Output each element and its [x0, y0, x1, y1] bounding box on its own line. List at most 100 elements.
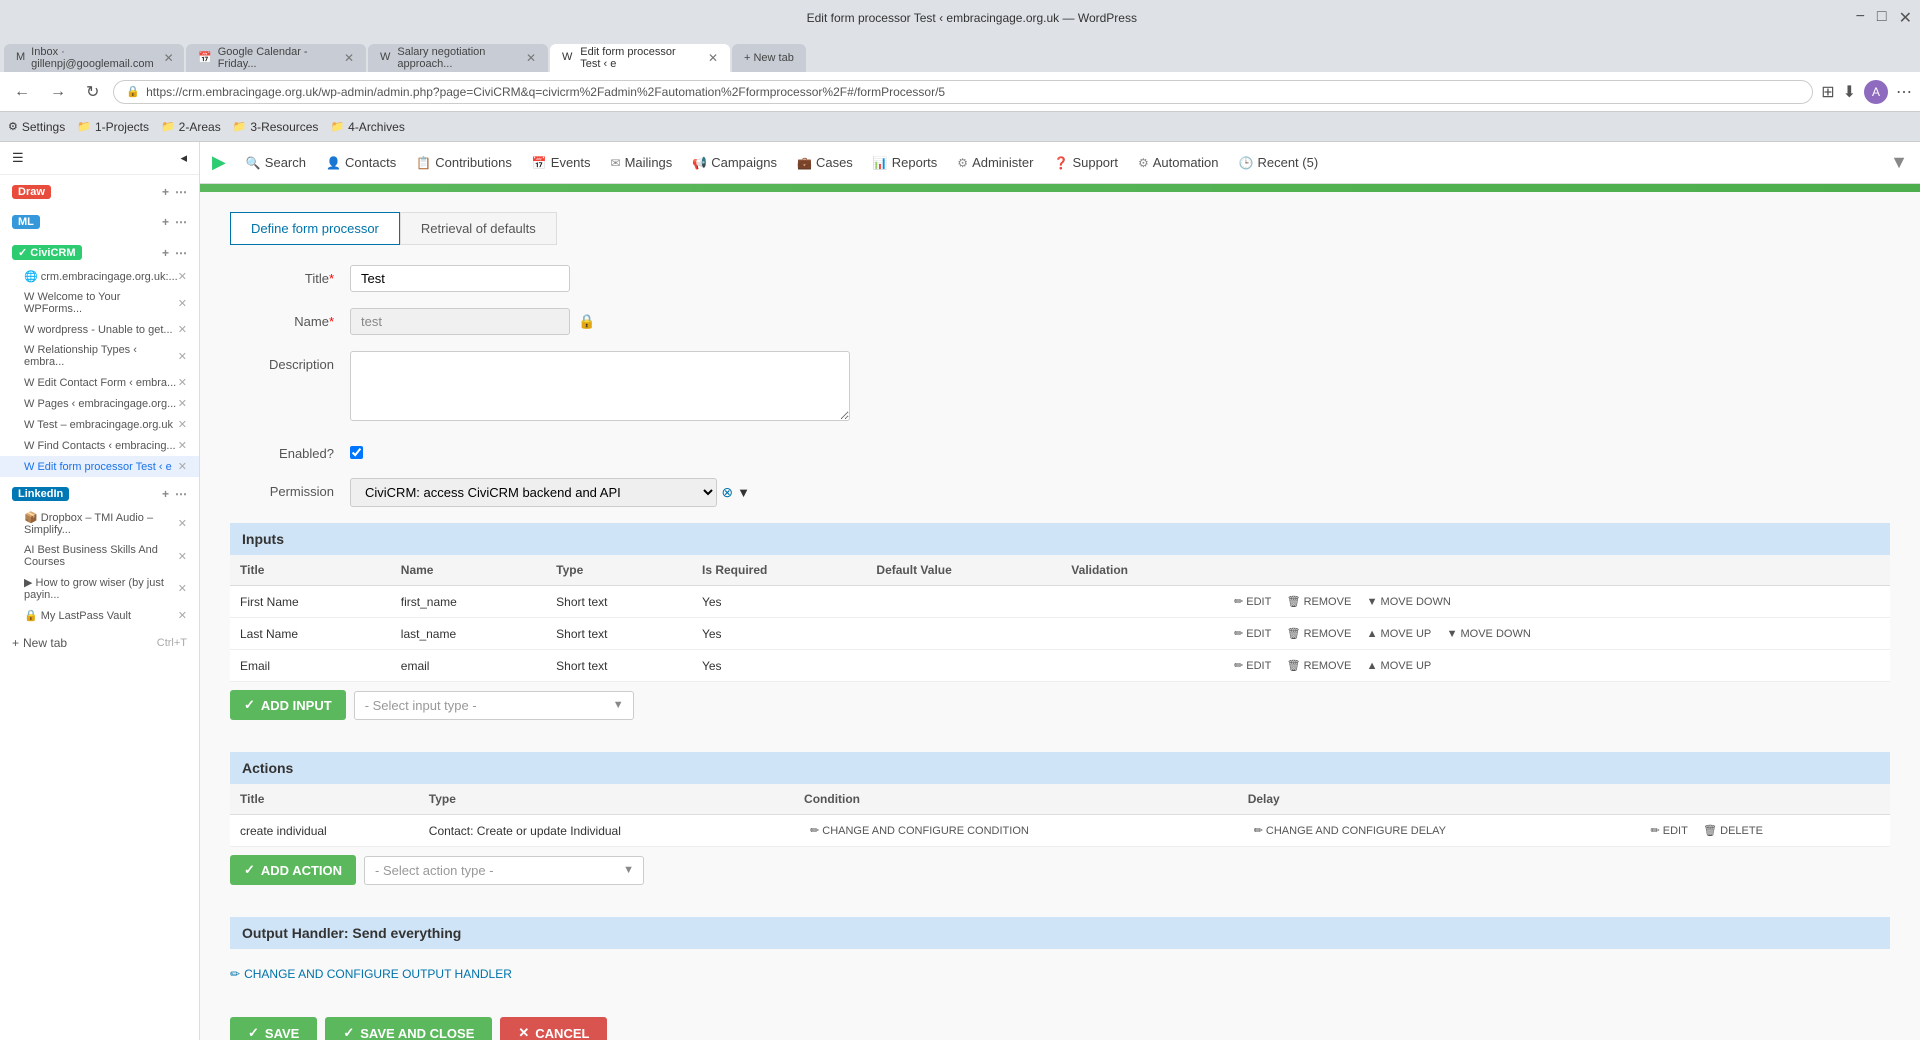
row1-movedown-btn[interactable]: ▼ MOVE DOWN: [1361, 594, 1457, 610]
sidebar-item-lastpass[interactable]: 🔒 My LastPass Vault ✕: [0, 605, 199, 626]
sidebar-group-civicrm-label[interactable]: ✓ CiviCRM + ⋯: [0, 239, 199, 266]
sidebar-item-findcontacts-close[interactable]: ✕: [178, 439, 187, 452]
download-btn[interactable]: ⬇: [1843, 82, 1856, 102]
change-output-handler-btn[interactable]: ✏ CHANGE AND CONFIGURE OUTPUT HANDLER: [230, 963, 512, 985]
row3-moveup-btn[interactable]: ▲ MOVE UP: [1361, 658, 1438, 674]
forward-button[interactable]: →: [44, 81, 72, 103]
nav-more-button[interactable]: ▼: [1890, 152, 1908, 173]
sidebar-item-dropbox-close[interactable]: ✕: [178, 517, 187, 530]
sidebar-item-pages[interactable]: W Pages ‹ embracingage.org... ✕: [0, 393, 199, 414]
nav-campaigns[interactable]: 📢 Campaigns: [684, 151, 785, 174]
sidebar-item-crm-close[interactable]: ✕: [178, 270, 187, 283]
bookmark-resources[interactable]: 📁 3-Resources: [233, 120, 319, 134]
sidebar-group-linkedin-label[interactable]: LinkedIn + ⋯: [0, 481, 199, 507]
bookmark-projects[interactable]: 📁 1-Projects: [77, 120, 149, 134]
nav-recent[interactable]: 🕒 Recent (5): [1231, 151, 1327, 174]
name-input[interactable]: [350, 308, 570, 335]
ml-add-icon[interactable]: +: [162, 215, 169, 229]
sidebar-item-findcontacts[interactable]: W Find Contacts ‹ embracing... ✕: [0, 435, 199, 456]
draw-add-icon[interactable]: +: [162, 185, 169, 199]
bookmark-areas[interactable]: 📁 2-Areas: [161, 120, 221, 134]
tab-close-inbox[interactable]: ✕: [164, 51, 174, 65]
nav-administer[interactable]: ⚙ Administer: [949, 151, 1041, 174]
close-btn[interactable]: ✕: [1899, 8, 1912, 28]
menu-btn[interactable]: ⋯: [1896, 82, 1912, 102]
sidebar-item-editform[interactable]: W Edit form processor Test ‹ e ✕: [0, 456, 199, 477]
nav-mailings[interactable]: ✉ Mailings: [603, 151, 681, 174]
row2-edit-btn[interactable]: ✏ EDIT: [1228, 625, 1277, 642]
sidebar-collapse-icon[interactable]: ◂: [180, 150, 187, 166]
maximize-btn[interactable]: □: [1877, 8, 1887, 28]
linkedin-add-icon[interactable]: +: [162, 487, 169, 501]
tab-calendar[interactable]: 📅 Google Calendar - Friday... ✕: [186, 44, 366, 72]
nav-contributions[interactable]: 📋 Contributions: [408, 151, 520, 174]
nav-automation[interactable]: ⚙ Automation: [1130, 151, 1227, 174]
nav-reports[interactable]: 📊 Reports: [865, 151, 945, 174]
civicrm-more-icon[interactable]: ⋯: [175, 246, 187, 260]
description-textarea[interactable]: [350, 351, 850, 421]
tab-define-form-processor[interactable]: Define form processor: [230, 212, 400, 245]
row3-remove-btn[interactable]: 🗑 REMOVE: [1281, 657, 1358, 674]
add-action-button[interactable]: ✓ ADD ACTION: [230, 855, 356, 885]
back-button[interactable]: ←: [8, 81, 36, 103]
sidebar-menu-icon[interactable]: ☰: [12, 150, 24, 166]
permission-dropdown-icon[interactable]: ▼: [737, 485, 750, 500]
sidebar-item-lastpass-close[interactable]: ✕: [178, 609, 187, 622]
input-type-select[interactable]: - Select input type -: [354, 691, 634, 720]
permission-clear-icon[interactable]: ⊗: [721, 484, 733, 501]
sidebar-item-wpforms[interactable]: W Welcome to Your WPForms... ✕: [0, 287, 199, 319]
add-input-button[interactable]: ✓ ADD INPUT: [230, 690, 346, 720]
draw-more-icon[interactable]: ⋯: [175, 185, 187, 199]
tab-close-calendar[interactable]: ✕: [344, 51, 354, 65]
nav-cases[interactable]: 💼 Cases: [789, 151, 861, 174]
profile-btn[interactable]: A: [1864, 80, 1888, 104]
row3-edit-btn[interactable]: ✏ EDIT: [1228, 657, 1277, 674]
sidebar-item-wordpress[interactable]: W wordpress - Unable to get... ✕: [0, 319, 199, 340]
tab-retrieval-defaults[interactable]: Retrieval of defaults: [400, 212, 557, 245]
row2-moveup-btn[interactable]: ▲ MOVE UP: [1361, 626, 1438, 642]
sidebar-item-wordpress-close[interactable]: ✕: [178, 323, 187, 336]
change-condition-btn[interactable]: ✏ CHANGE AND CONFIGURE CONDITION: [804, 822, 1035, 839]
row2-remove-btn[interactable]: 🗑 REMOVE: [1281, 625, 1358, 642]
title-input[interactable]: [350, 265, 570, 292]
enabled-checkbox[interactable]: [350, 446, 363, 459]
tab-inbox[interactable]: M Inbox · gillenpj@googlemail.com ✕: [4, 44, 184, 72]
sidebar-item-editcontact-close[interactable]: ✕: [178, 376, 187, 389]
nav-support[interactable]: ❓ Support: [1045, 151, 1126, 174]
sidebar-item-editcontact[interactable]: W Edit Contact Form ‹ embra... ✕: [0, 372, 199, 393]
address-box[interactable]: 🔒 https://crm.embracingage.org.uk/wp-adm…: [113, 80, 1813, 104]
change-delay-btn[interactable]: ✏ CHANGE AND CONFIGURE DELAY: [1248, 822, 1452, 839]
tab-close-editform[interactable]: ✕: [708, 51, 718, 65]
tab-newtab[interactable]: + New tab: [732, 44, 806, 72]
new-tab-button[interactable]: + New tab Ctrl+T: [0, 630, 199, 656]
action-type-select[interactable]: - Select action type -: [364, 856, 644, 885]
sidebar-item-grow-close[interactable]: ✕: [178, 582, 187, 595]
bookmark-archives[interactable]: 📁 4-Archives: [330, 120, 404, 134]
sidebar-group-ml-label[interactable]: ML + ⋯: [0, 209, 199, 235]
action-row1-delete-btn[interactable]: 🗑 DELETE: [1697, 822, 1769, 839]
ml-more-icon[interactable]: ⋯: [175, 215, 187, 229]
civicrm-add-icon[interactable]: +: [162, 246, 169, 260]
sidebar-item-crm[interactable]: 🌐 crm.embracingage.org.uk:... ✕: [0, 266, 199, 287]
tab-editform[interactable]: W Edit form processor Test ‹ e ✕: [550, 44, 730, 72]
sidebar-item-grow[interactable]: ▶ How to grow wiser (by just payin... ✕: [0, 572, 199, 605]
sidebar-item-reltypes[interactable]: W Relationship Types ‹ embra... ✕: [0, 340, 199, 372]
sidebar-item-reltypes-close[interactable]: ✕: [178, 350, 187, 363]
row2-movedown-btn[interactable]: ▼ MOVE DOWN: [1441, 626, 1537, 642]
nav-contacts[interactable]: 👤 Contacts: [318, 151, 404, 174]
sidebar-group-draw-label[interactable]: Draw + ⋯: [0, 179, 199, 205]
minimize-btn[interactable]: −: [1856, 8, 1865, 28]
action-row1-edit-btn[interactable]: ✏ EDIT: [1645, 822, 1694, 839]
sidebar-item-skills-close[interactable]: ✕: [178, 550, 187, 563]
row1-edit-btn[interactable]: ✏ EDIT: [1228, 593, 1277, 610]
save-and-close-button[interactable]: ✓ SAVE AND CLOSE: [325, 1017, 492, 1040]
sidebar-item-skills[interactable]: AI Best Business Skills And Courses ✕: [0, 540, 199, 572]
sidebar-item-editform-close[interactable]: ✕: [178, 460, 187, 473]
linkedin-more-icon[interactable]: ⋯: [175, 487, 187, 501]
sidebar-item-pages-close[interactable]: ✕: [178, 397, 187, 410]
save-button[interactable]: ✓ SAVE: [230, 1017, 317, 1040]
sidebar-item-wpforms-close[interactable]: ✕: [178, 297, 187, 310]
bookmark-settings[interactable]: ⚙ Settings: [8, 120, 65, 134]
extensions-btn[interactable]: ⊞: [1821, 82, 1834, 102]
nav-events[interactable]: 📅 Events: [524, 151, 599, 174]
